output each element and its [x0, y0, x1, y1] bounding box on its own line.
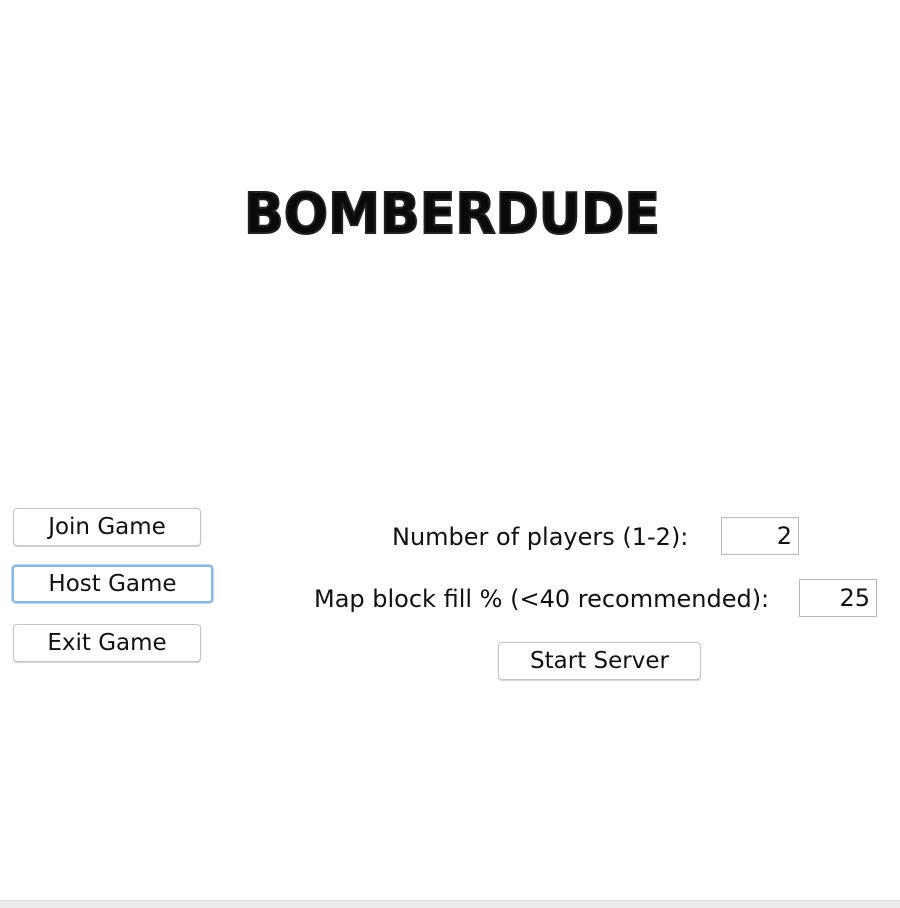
logo-text: BOMBERDUDE	[244, 182, 660, 242]
exit-game-button[interactable]: Exit Game	[13, 624, 201, 662]
bomberdude-logo: BOMBERDUDE	[240, 180, 664, 242]
players-label: Number of players (1-2):	[392, 523, 689, 551]
fill-percent-input[interactable]: 25	[799, 579, 877, 617]
logo-wordmark: BOMBERDUDE	[243, 181, 661, 242]
players-input[interactable]: 2	[721, 517, 799, 555]
fill-label: Map block fill % (<40 recommended):	[314, 585, 770, 613]
host-game-button[interactable]: Host Game	[12, 565, 213, 603]
join-game-button[interactable]: Join Game	[13, 508, 201, 546]
window-bottom-edge	[0, 900, 900, 908]
game-window: BOMBERDUDE Join Game Host Game Exit Game…	[0, 0, 900, 908]
start-server-button[interactable]: Start Server	[498, 642, 701, 680]
